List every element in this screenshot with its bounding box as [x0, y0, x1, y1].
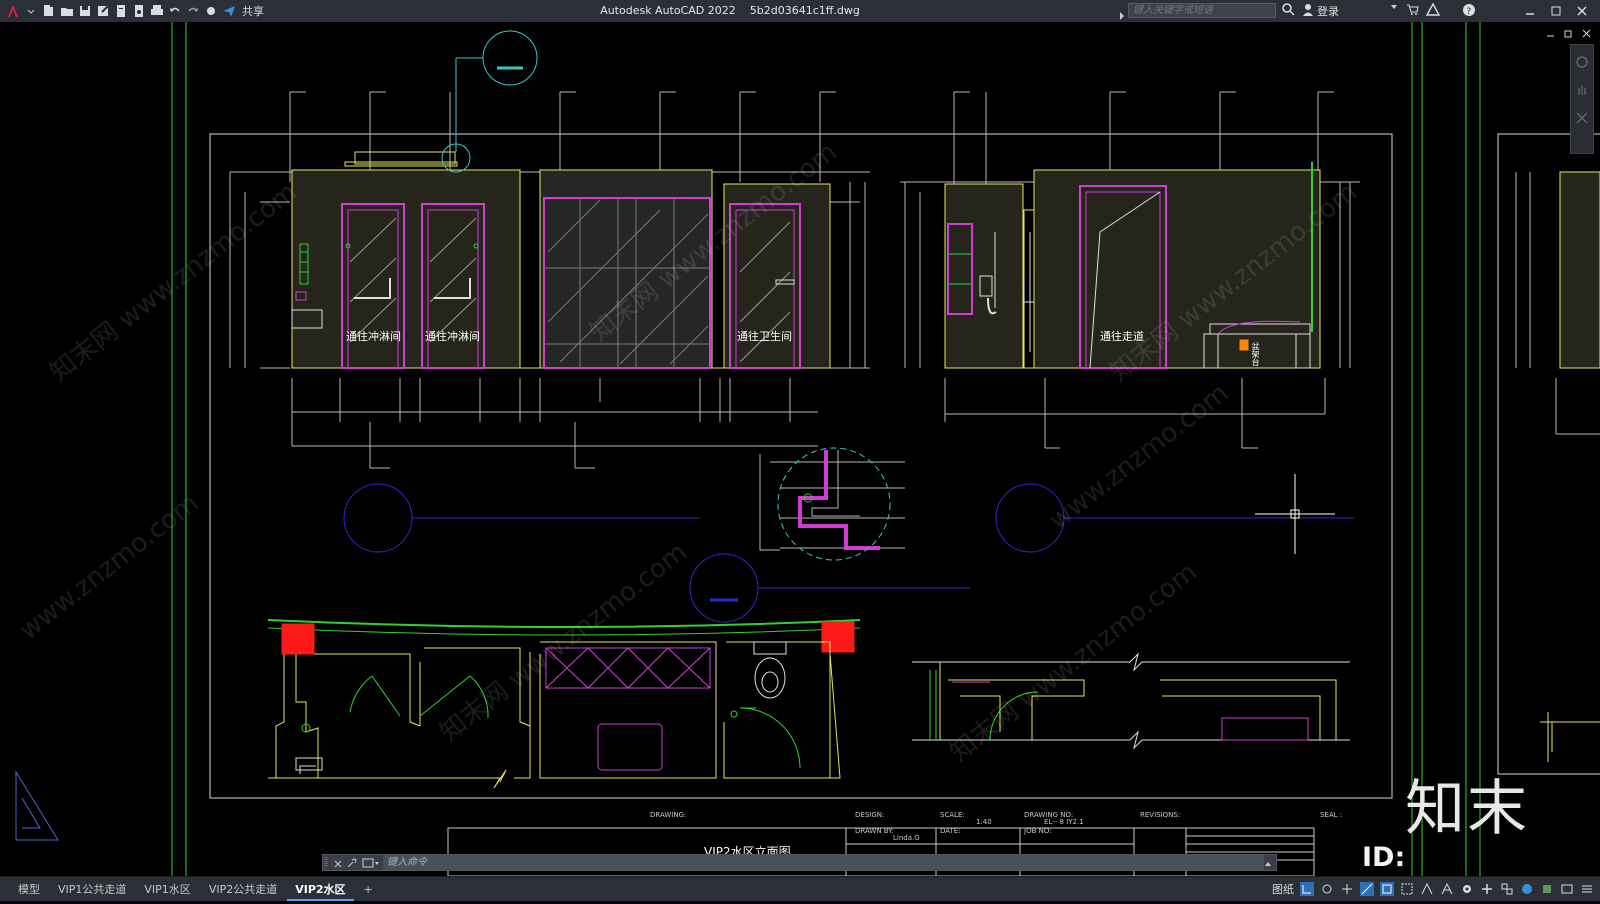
viewport-restore-icon[interactable]	[1564, 29, 1573, 41]
tab-model[interactable]: 模型	[10, 880, 48, 899]
detail-callout	[759, 447, 905, 561]
command-line[interactable]	[322, 854, 1277, 871]
window-title: Autodesk AutoCAD 2022 5b2d03641c1ff.dwg	[600, 4, 860, 17]
workspace-icon[interactable]	[204, 4, 218, 18]
publish-icon[interactable]	[132, 4, 146, 18]
autocad-a-icon[interactable]	[6, 4, 20, 18]
drawing-canvas[interactable]: 通往冲淋间 通往冲淋间 通往卫生间 通往走道 盆架台 DRAWING: DESI…	[0, 22, 1600, 876]
plot-icon[interactable]	[114, 4, 128, 18]
undo-icon[interactable]	[168, 4, 182, 18]
znzmo-logo-watermark: 知末	[1405, 774, 1529, 844]
steering-wheel-icon[interactable]	[1576, 53, 1588, 72]
status-toggles: 图纸	[1272, 881, 1594, 897]
print-icon[interactable]	[150, 4, 164, 18]
tb-date-label: DATE:	[940, 827, 961, 835]
tb-scale-value: 1:40	[976, 818, 992, 826]
tb-drawing-label: DRAWING:	[650, 811, 687, 819]
new-icon[interactable]	[42, 4, 56, 18]
tb-drawn-label: DRAWN BY:	[855, 827, 894, 835]
fullscreen-icon[interactable]	[1560, 882, 1574, 896]
tab-vip1-water[interactable]: VIP1水区	[136, 880, 198, 899]
annotation-scale-icon[interactable]	[1420, 882, 1434, 896]
tab-vip1-corridor[interactable]: VIP1公共走道	[50, 880, 134, 899]
ortho-icon[interactable]	[1340, 882, 1354, 896]
chevron-down-icon[interactable]	[1390, 3, 1398, 11]
hardware-accel-icon[interactable]	[1520, 882, 1534, 896]
open-icon[interactable]	[60, 4, 74, 18]
tb-drawn-value: Linda.G	[893, 834, 920, 842]
cart-icon[interactable]	[1406, 3, 1419, 16]
login-label: 登录	[1317, 5, 1339, 18]
help-icon[interactable]: ?	[1462, 3, 1476, 17]
tb-design-label: DESIGN:	[855, 811, 885, 819]
crosshair-cursor	[1255, 474, 1335, 554]
viewport-minimize-icon[interactable]	[1546, 29, 1555, 41]
tb-revisions-label: REVISIONS:	[1140, 811, 1181, 819]
title-bar: 共享 Autodesk AutoCAD 2022 5b2d03641c1ff.d…	[0, 0, 1600, 23]
zoom-extents-icon[interactable]	[1576, 109, 1588, 128]
login-button[interactable]: 登录	[1302, 3, 1339, 19]
label-shower-2: 通往冲淋间	[425, 330, 480, 343]
section-marker-top	[441, 30, 538, 173]
next-sheet-content	[1515, 171, 1600, 762]
grip-icon[interactable]	[323, 853, 331, 872]
navigation-bar[interactable]	[1570, 44, 1594, 154]
command-input[interactable]	[383, 855, 1264, 870]
quick-access-toolbar: 共享	[6, 3, 264, 19]
app-title: Autodesk AutoCAD 2022	[600, 4, 736, 17]
svg-text:?: ?	[1467, 7, 1472, 17]
autodesk-icon[interactable]	[1426, 3, 1440, 16]
user-icon	[1302, 3, 1314, 19]
save-icon[interactable]	[78, 4, 92, 18]
object-snap-icon[interactable]	[1380, 882, 1394, 896]
units-icon[interactable]	[1500, 882, 1514, 896]
search-input[interactable]	[1128, 3, 1276, 18]
close-icon[interactable]	[1572, 2, 1592, 20]
tb-drawing-no-value: EL-- 8 IY2.1	[1044, 818, 1084, 826]
status-bar: 模型 VIP1公共走道 VIP1水区 VIP2公共走道 VIP2水区 + 图纸	[0, 876, 1600, 901]
maximize-icon[interactable]	[1546, 2, 1566, 20]
polar-icon[interactable]	[1360, 882, 1374, 896]
pan-icon[interactable]	[1576, 81, 1588, 100]
share-label[interactable]: 共享	[242, 3, 264, 19]
tb-scale-label: SCALE:	[940, 811, 965, 819]
ucs-icon	[15, 770, 59, 841]
saveas-icon[interactable]	[96, 4, 110, 18]
isolate-icon[interactable]	[1540, 882, 1554, 896]
grid-icon[interactable]	[1300, 882, 1314, 896]
centerline-markers	[343, 483, 1354, 623]
add-layout-icon[interactable]: +	[356, 880, 381, 899]
paper-space-button[interactable]: 图纸	[1272, 881, 1294, 897]
layout-tabs: 模型 VIP1公共走道 VIP1水区 VIP2公共走道 VIP2水区 +	[10, 880, 381, 901]
label-toilet: 通往卫生间	[737, 330, 792, 343]
label-shower-1: 通往冲淋间	[346, 330, 401, 343]
customize-icon[interactable]	[345, 853, 359, 872]
plus-icon[interactable]	[1480, 882, 1494, 896]
share-icon[interactable]	[222, 4, 236, 18]
tab-vip2-corridor[interactable]: VIP2公共走道	[201, 880, 285, 899]
customization-menu-icon[interactable]	[1580, 882, 1594, 896]
viewport-close-icon[interactable]	[1582, 29, 1591, 41]
minimize-icon[interactable]	[1520, 2, 1540, 20]
otrack-icon[interactable]	[1400, 882, 1414, 896]
tb-job-no-label: JOB NO:	[1024, 827, 1052, 835]
tab-vip2-water[interactable]: VIP2水区	[287, 880, 354, 901]
recent-commands-icon[interactable]	[359, 853, 383, 872]
close-icon[interactable]	[331, 853, 345, 872]
label-vanity: 盆架台	[1251, 342, 1260, 366]
search-icon[interactable]	[1282, 3, 1295, 16]
chevron-up-icon[interactable]	[1264, 853, 1276, 872]
redo-icon[interactable]	[186, 4, 200, 18]
settings-gear-icon[interactable]	[1460, 882, 1474, 896]
chevron-down-icon[interactable]	[24, 4, 38, 18]
file-name: 5b2d03641c1ff.dwg	[749, 4, 860, 17]
tb-seal-label: SEAL :	[1320, 811, 1343, 819]
annotation-visibility-icon[interactable]	[1440, 882, 1454, 896]
snap-icon[interactable]	[1320, 882, 1334, 896]
